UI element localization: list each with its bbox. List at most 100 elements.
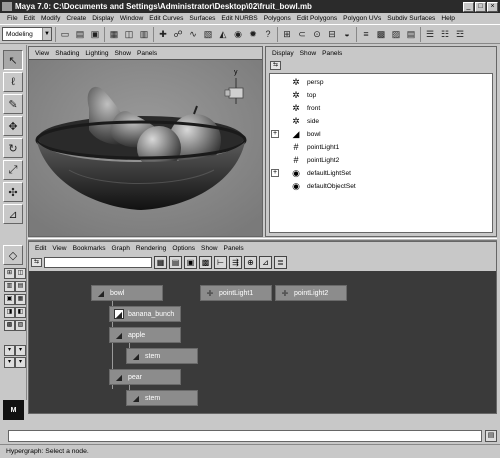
layout-down-arrow-icon[interactable]: ▾ <box>15 357 26 368</box>
close-button[interactable]: × <box>487 1 498 12</box>
mask-surfaces-icon[interactable]: ▧ <box>202 28 214 41</box>
hypergraph-menu-panels[interactable]: Panels <box>221 245 247 252</box>
mask-deformations-icon[interactable]: ◭ <box>217 28 229 41</box>
snap-curve-icon[interactable]: ⊂ <box>296 28 308 41</box>
node-apple-stem[interactable]: ◢ stem <box>126 348 198 364</box>
menu-modify[interactable]: Modify <box>38 15 63 22</box>
hypergraph-canvas[interactable]: ◢ bowl ✛ pointLight1 ✛ pointLight2 ◢ ban… <box>29 271 496 413</box>
show-channel-box-icon[interactable]: ☲ <box>454 28 466 41</box>
select-hierarchy-icon[interactable]: ▦ <box>108 28 120 41</box>
hypergraph-menu-options[interactable]: Options <box>169 245 198 252</box>
rotate-tool-icon[interactable]: ↻ <box>3 138 23 158</box>
lasso-tool-icon[interactable]: ℓ <box>3 72 23 92</box>
show-tool-settings-icon[interactable]: ☷ <box>439 28 451 41</box>
render-globals-icon[interactable]: ▤ <box>405 28 417 41</box>
move-tool-icon[interactable]: ✥ <box>3 116 23 136</box>
add-bookmark-icon[interactable]: ⊕ <box>244 255 257 269</box>
create-bookmark-icon[interactable]: ⊿ <box>259 255 272 269</box>
expand-icon[interactable]: + <box>271 130 279 138</box>
hypergraph-menu-graph[interactable]: Graph <box>109 245 133 252</box>
script-editor-button[interactable]: ▤ <box>485 430 497 442</box>
persp-outliner-layout-icon[interactable]: ▥ <box>4 281 15 292</box>
trax-layout-icon[interactable]: ◧ <box>15 307 26 318</box>
mask-dynamics-icon[interactable]: ◉ <box>232 28 244 41</box>
frame-hierarchy-icon[interactable]: ▣ <box>184 255 197 269</box>
scale-tool-icon[interactable]: ⤢ <box>3 160 23 180</box>
last-tool-icon[interactable]: ⊿ <box>3 204 23 224</box>
four-pane-layout-icon[interactable]: ⊞ <box>4 268 15 279</box>
manipulator-tool-icon[interactable]: ✣ <box>3 182 23 202</box>
node-apple[interactable]: ◢ apple <box>109 327 181 343</box>
menu-create[interactable]: Create <box>63 15 89 22</box>
viewport-menu-lighting[interactable]: Lighting <box>82 50 111 57</box>
save-scene-icon[interactable]: ▣ <box>89 28 101 41</box>
layout-down-arrow-icon[interactable]: ▾ <box>4 345 15 356</box>
input-output-connections-icon[interactable]: ⇶ <box>229 255 242 269</box>
select-tool-icon[interactable]: ↖ <box>3 50 23 70</box>
hypergraph-menu-show[interactable]: Show <box>198 245 221 252</box>
history-icon[interactable]: ≡ <box>360 28 372 41</box>
viewport-menu-panels[interactable]: Panels <box>134 50 160 57</box>
mask-curves-icon[interactable]: ∿ <box>187 28 199 41</box>
make-live-icon[interactable]: ◒ <box>341 28 353 41</box>
menu-edit-polygons[interactable]: Edit Polygons <box>294 15 340 22</box>
menu-window[interactable]: Window <box>117 15 146 22</box>
menu-subdiv-surfaces[interactable]: Subdiv Surfaces <box>384 15 438 22</box>
node-pear-stem[interactable]: ◢ stem <box>126 390 198 406</box>
snap-grid-icon[interactable]: ⊞ <box>281 28 293 41</box>
menu-display[interactable]: Display <box>89 15 117 22</box>
minimize-button[interactable]: _ <box>463 1 474 12</box>
layout-down-arrow-icon[interactable]: ▾ <box>4 357 15 368</box>
render-icon[interactable]: ▩ <box>375 28 387 41</box>
node-banana-bunch[interactable]: ◢ banana_bunch <box>109 306 181 322</box>
mask-misc-icon[interactable]: ? <box>262 28 274 41</box>
menu-edit-curves[interactable]: Edit Curves <box>146 15 186 22</box>
ipr-render-icon[interactable]: ▨ <box>390 28 402 41</box>
viewport-menu-show[interactable]: Show <box>112 50 135 57</box>
node-pointlight2[interactable]: ✛ pointLight2 <box>275 285 347 301</box>
frame-all-icon[interactable]: ▦ <box>154 255 167 269</box>
viewport-menu-view[interactable]: View <box>32 50 52 57</box>
menu-polygon-uvs[interactable]: Polygon UVs <box>340 15 384 22</box>
render-view-layout-icon[interactable]: ▩ <box>4 320 15 331</box>
paint-select-tool-icon[interactable]: ✎ <box>3 94 23 114</box>
filter-icon[interactable]: ⇆ <box>270 61 281 70</box>
node-pointlight1[interactable]: ✛ pointLight1 <box>200 285 272 301</box>
bookmark-list-icon[interactable]: ≣ <box>274 255 287 269</box>
graph-editor-layout-icon[interactable]: ◨ <box>4 307 15 318</box>
menu-file[interactable]: File <box>4 15 21 22</box>
node-pear[interactable]: ◢ pear <box>109 369 181 385</box>
menu-help[interactable]: Help <box>438 15 458 22</box>
dope-sheet-layout-icon[interactable]: ▦ <box>15 294 26 305</box>
show-attribute-editor-icon[interactable]: ☰ <box>424 28 436 41</box>
menu-edit[interactable]: Edit <box>21 15 38 22</box>
3d-view[interactable]: y <box>29 59 262 236</box>
menu-surfaces[interactable]: Surfaces <box>186 15 218 22</box>
mask-handles-icon[interactable]: ✚ <box>157 28 169 41</box>
new-scene-icon[interactable]: ▭ <box>59 28 71 41</box>
scene-hierarchy-icon[interactable]: ⊢ <box>214 255 227 269</box>
expand-icon[interactable]: + <box>271 169 279 177</box>
snap-view-plane-icon[interactable]: ⊟ <box>326 28 338 41</box>
frame-branch-icon[interactable]: ▩ <box>199 255 212 269</box>
hypergraph-menu-view[interactable]: View <box>49 245 69 252</box>
menu-set-dropdown[interactable]: Modeling ▼ <box>2 27 52 41</box>
node-bowl[interactable]: ◢ bowl <box>91 285 163 301</box>
single-pane-layout-icon[interactable]: ◇ <box>3 245 23 265</box>
filter-icon[interactable]: ⇆ <box>31 257 42 267</box>
viewport-menu-shading[interactable]: Shading <box>52 50 82 57</box>
hypergraph-menu-bookmarks[interactable]: Bookmarks <box>70 245 109 252</box>
select-object-icon[interactable]: ◫ <box>123 28 135 41</box>
mask-joints-icon[interactable]: ☍ <box>172 28 184 41</box>
outliner-menu-show[interactable]: Show <box>297 50 320 57</box>
select-component-icon[interactable]: ▥ <box>138 28 150 41</box>
uv-editor-layout-icon[interactable]: ▨ <box>15 320 26 331</box>
hypergraph-search-input[interactable] <box>44 256 152 268</box>
menu-polygons[interactable]: Polygons <box>261 15 294 22</box>
menu-edit-nurbs[interactable]: Edit NURBS <box>218 15 260 22</box>
two-pane-layout-icon[interactable]: ◫ <box>15 268 26 279</box>
persp-graph-layout-icon[interactable]: ▤ <box>15 281 26 292</box>
open-scene-icon[interactable]: ▤ <box>74 28 86 41</box>
hypergraph-menu-rendering[interactable]: Rendering <box>133 245 169 252</box>
hypershade-layout-icon[interactable]: ▣ <box>4 294 15 305</box>
